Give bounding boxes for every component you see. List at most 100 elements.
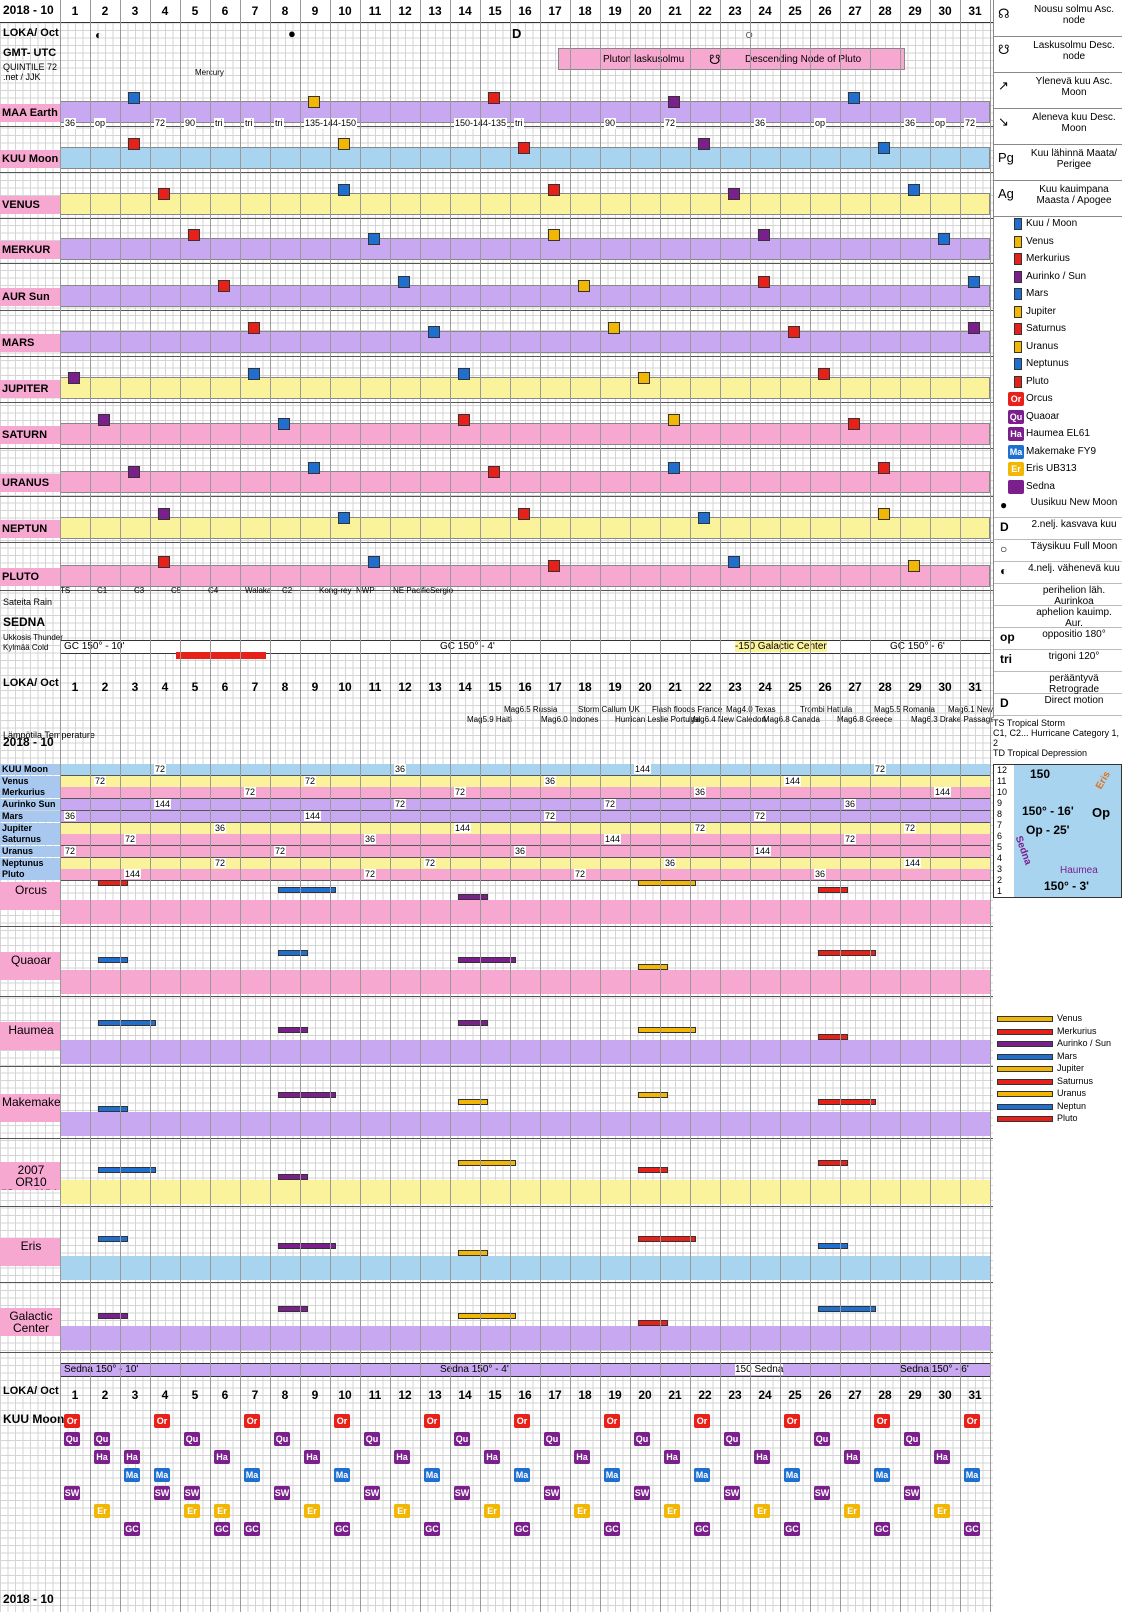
row-divider [0,1138,993,1139]
dwarf-band [60,900,990,924]
dwarf-badge: Or [154,1414,170,1428]
day-divider [330,0,331,1612]
small-aspect-label: 144 [304,810,322,821]
storm-label: Mag6.5 Russia [504,705,558,714]
day-divider [300,0,301,1612]
small-aspect-label: 144 [634,764,652,774]
day-number: 28 [878,680,892,694]
day-number: 1 [71,1388,79,1402]
day-divider [570,0,571,1612]
dwarf-badge: Er [844,1504,860,1518]
aspect-marker [908,560,920,572]
day-number: 29 [908,1388,922,1402]
small-aspect-label: 72 [844,834,857,845]
dwarf-badge: Ha [214,1450,230,1464]
legend-bottom-symbol: D [1000,696,1009,710]
legend-color-text: Mars [1026,288,1049,299]
small-aspect-label: 36 [844,799,857,810]
first-quarter-icon: D [512,26,522,41]
planet-label: VENUS [0,196,60,214]
day-divider [930,0,931,1612]
dwarf-badge: SW [904,1486,920,1500]
aspect-marker [368,556,380,568]
day-number: 17 [548,4,562,18]
small-aspect-label: 72 [574,869,587,880]
dwarf-band [60,1180,990,1204]
storm-label: C1 [97,586,108,595]
day-number: 14 [458,4,472,18]
small-aspect-label: 72 [754,810,767,821]
planet-band [60,285,990,307]
legend-symbol-icon: Pg [998,150,1014,165]
scale-number: 8 [997,809,1003,819]
dwarf-badge: Qu [94,1432,110,1446]
dwarf-band [60,970,990,994]
sedna-label-1: Sedna 150° - 10' [64,1364,139,1375]
planet-band [60,565,990,587]
day-number: 30 [938,680,952,694]
aspect-marker [128,92,140,104]
dwarf-badge: Or [964,1414,980,1428]
gmt-label: GMT- UTC [3,47,57,59]
aspect-marker [848,92,860,104]
legend-bottom-symbol: op [1000,630,1015,644]
dwarf-badge: GC [424,1522,440,1536]
small-planet-band [60,775,990,788]
small-planet-label: Venus [0,775,60,787]
dwarf-badge: Ha [484,1450,500,1464]
day-number: 22 [698,680,712,694]
day-divider [690,0,691,1612]
aspect-label: 36 [904,118,917,129]
dwarf-label: Galactic Center [0,1308,60,1336]
dwarf-aspect-bar [638,1167,668,1173]
dwarf-badge: Or [244,1414,260,1428]
row-divider [0,1206,993,1207]
dwarf-aspect-bar [458,1099,488,1105]
dwarf-aspect-bar [278,950,308,956]
planet-label: PLUTO [0,568,60,586]
dwarf-aspect-bar [98,1020,156,1026]
day-divider [750,0,751,1612]
aspect-marker [848,418,860,430]
dwarf-badge: Er [304,1504,320,1518]
dwarf-badge: Er [574,1504,590,1518]
small-aspect-label: 144 [604,834,622,845]
dwarf-badge: Qu [904,1432,920,1446]
legend-symbol-icon: ↘ [998,114,1009,129]
small-aspect-label: 72 [364,869,377,880]
legend-badge [1008,479,1024,494]
day-number: 5 [191,680,199,694]
dwarf-badge: SW [154,1486,170,1500]
row-divider [0,218,993,219]
legend-bottom-symbol: tri [1000,652,1012,666]
dwarf-aspect-bar [818,1243,848,1249]
aspect-marker [878,462,890,474]
legend-badge-text: Haumea EL61 [1026,428,1090,439]
aspect-marker [308,96,320,108]
small-planet-band [60,822,990,835]
legend-color-row: Pluto [994,374,1122,391]
scale-number: 5 [997,842,1003,852]
small-aspect-label: 72 [394,799,407,810]
bar-legend-swatch [997,1028,1053,1035]
gc-label-4: GC 150° - 6' [890,641,945,652]
day-divider [240,0,241,1612]
small-aspect-label: 72 [124,834,137,845]
aspect-marker [458,368,470,380]
dwarf-aspect-bar [458,957,516,963]
legend-badge-text: Makemake FY9 [1026,445,1097,457]
dwarf-label: Eris [0,1238,60,1266]
legend-row: ↗ Ylenevä kuu Asc. Moon [994,72,1122,109]
small-planet-label: Pluto [0,869,60,881]
storm-label: Mag6.8 Canada [763,715,820,724]
day-divider [180,0,181,1612]
day-divider [450,0,451,1612]
aspect-label: 90 [604,118,617,129]
day-divider [840,0,841,1612]
dwarf-badge: Or [694,1414,710,1428]
dwarf-badge: GC [874,1522,890,1536]
legend-swatch [1014,253,1022,265]
legend-bottom-symbol: D [1000,520,1009,534]
storm-label: C3 [134,586,145,595]
dwarf-badge: Ma [124,1468,140,1482]
